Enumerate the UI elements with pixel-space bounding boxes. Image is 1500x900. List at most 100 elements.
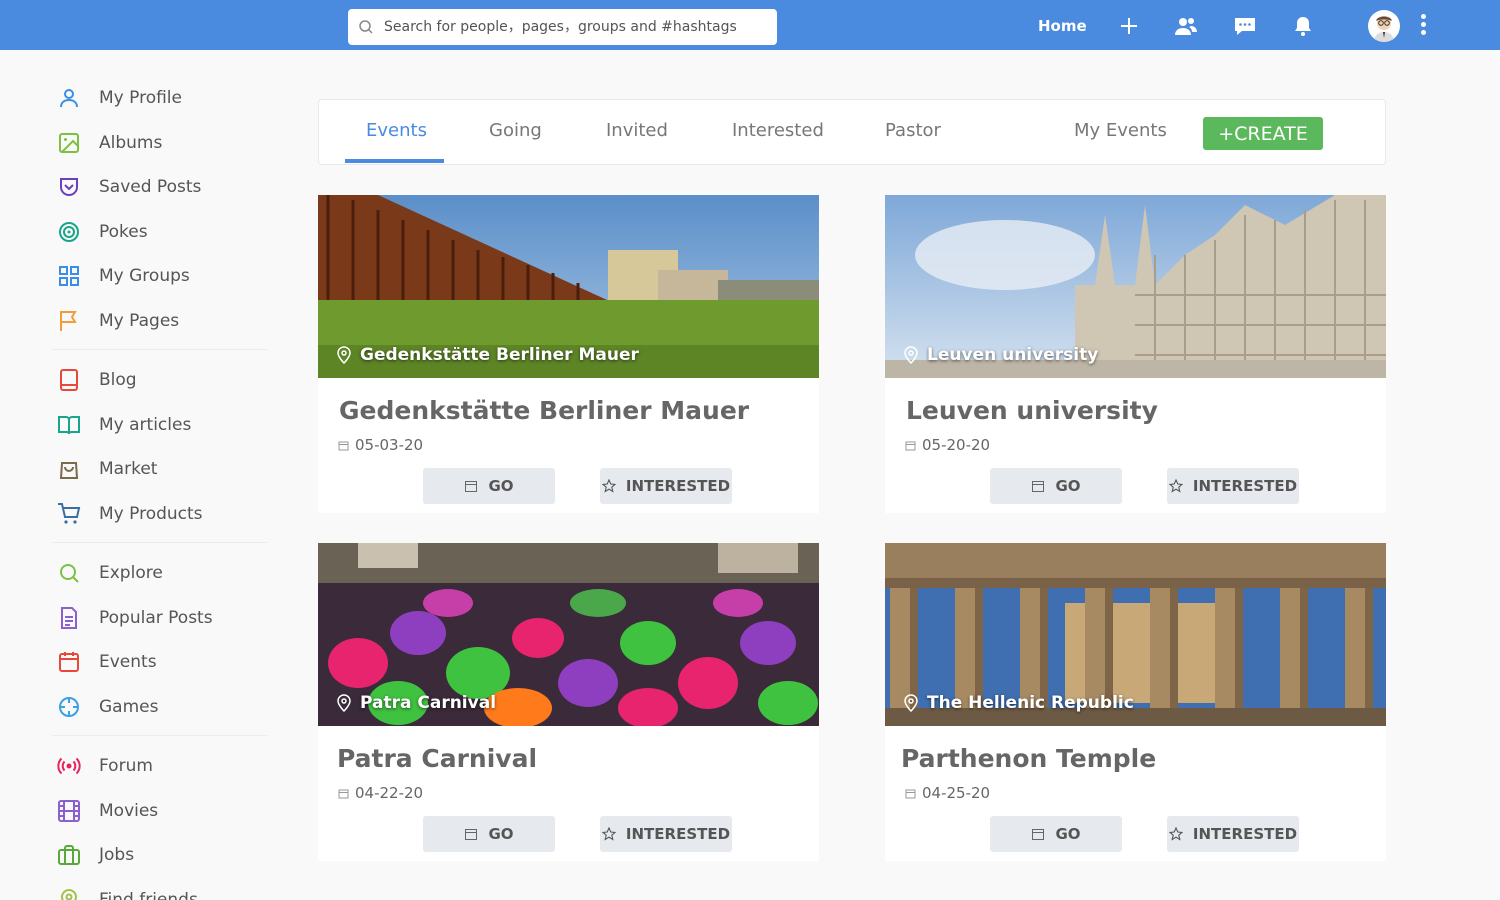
interested-button[interactable]: INTERESTED [1167, 468, 1299, 504]
search-icon [359, 20, 373, 34]
active-tab-indicator [345, 159, 444, 163]
event-card[interactable]: Leuven university Leuven university 05-2… [885, 195, 1386, 513]
event-title[interactable]: Gedenkstätte Berliner Mauer [339, 396, 749, 425]
calendar-icon [338, 441, 349, 450]
broadcast-icon [57, 758, 81, 775]
book-icon [60, 369, 78, 392]
event-location-label: Leuven university [927, 345, 1099, 365]
calendar-icon [1032, 829, 1045, 840]
event-location-label: The Hellenic Republic [927, 693, 1134, 713]
sidebar-item-label: My Profile [99, 88, 182, 109]
search-icon [60, 564, 79, 583]
event-card[interactable]: The Hellenic Republic Parthenon Temple 0… [885, 543, 1386, 861]
sidebar-item-my-groups[interactable]: My Groups [52, 254, 267, 299]
event-date: 04-22-20 [338, 784, 423, 802]
tab-events[interactable]: Events [366, 120, 427, 141]
sidebar-item-games[interactable]: Games [52, 685, 267, 730]
sidebar-item-my-pages[interactable]: My Pages [52, 299, 267, 344]
interested-button-label: INTERESTED [1192, 477, 1298, 495]
event-location-label: Gedenkstätte Berliner Mauer [360, 345, 639, 365]
tab-pastor[interactable]: Pastor [885, 120, 941, 141]
sidebar-item-find-friends[interactable]: Find friends [52, 878, 267, 900]
sidebar-item-movies[interactable]: Movies [52, 789, 267, 834]
go-button[interactable]: GO [990, 468, 1122, 504]
sidebar-item-label: Market [99, 459, 158, 480]
sidebar-group: Blog My articles Market My Products [52, 356, 267, 543]
event-title[interactable]: Parthenon Temple [901, 744, 1156, 773]
calendar-icon [905, 789, 916, 798]
event-card[interactable]: Patra Carnival Patra Carnival 04-22-20 G… [318, 543, 819, 861]
tab-going[interactable]: Going [489, 120, 542, 141]
events-tabs: Events Going Invited Interested Pastor M… [318, 99, 1386, 165]
sidebar-item-explore[interactable]: Explore [52, 551, 267, 596]
sidebar-item-my-articles[interactable]: My articles [52, 403, 267, 448]
calendar-icon [1032, 481, 1045, 492]
interested-button[interactable]: INTERESTED [1167, 816, 1299, 852]
calendar-icon [465, 829, 478, 840]
map-pin-icon [337, 346, 351, 364]
event-title[interactable]: Patra Carnival [337, 744, 537, 773]
sidebar-item-label: Blog [99, 370, 137, 391]
star-icon [1168, 827, 1183, 841]
event-date-label: 04-25-20 [922, 784, 991, 802]
calendar-icon [338, 789, 349, 798]
bell-icon[interactable] [1291, 14, 1315, 38]
sidebar-item-saved-posts[interactable]: Saved Posts [52, 165, 267, 210]
home-link[interactable]: Home [1038, 17, 1087, 35]
plus-icon[interactable] [1117, 14, 1141, 38]
map-pin-icon [904, 346, 918, 364]
interested-button-label: INTERESTED [625, 477, 731, 495]
interested-button-label: INTERESTED [625, 825, 731, 843]
sidebar-item-my-profile[interactable]: My Profile [52, 76, 267, 121]
create-event-button[interactable]: +CREATE [1203, 117, 1323, 150]
event-title[interactable]: Leuven university [906, 396, 1158, 425]
sidebar-item-label: Movies [99, 800, 159, 821]
tab-invited[interactable]: Invited [606, 120, 668, 141]
star-icon [601, 827, 616, 841]
interested-button[interactable]: INTERESTED [600, 468, 732, 504]
briefcase-icon [58, 845, 80, 866]
sidebar-item-label: Jobs [99, 845, 135, 866]
cart-icon [58, 502, 81, 524]
tab-my-events[interactable]: My Events [1074, 120, 1167, 141]
sidebar-item-label: Games [99, 696, 159, 717]
shopping-bag-icon [59, 462, 79, 480]
tab-interested[interactable]: Interested [732, 120, 824, 141]
document-icon [61, 606, 77, 629]
more-menu-icon[interactable] [1417, 14, 1429, 40]
sidebar-item-pokes[interactable]: Pokes [52, 210, 267, 255]
sidebar-item-label: Albums [99, 132, 163, 153]
search-box[interactable] [348, 9, 777, 45]
sidebar-item-market[interactable]: Market [52, 447, 267, 492]
map-pin-icon [337, 694, 351, 712]
sidebar-group: My Profile Albums Saved Posts Pokes My Group… [52, 74, 267, 350]
interested-button-label: INTERESTED [1192, 825, 1298, 843]
sidebar-item-events[interactable]: Events [52, 640, 267, 685]
sidebar-item-albums[interactable]: Albums [52, 121, 267, 166]
calendar-icon [59, 652, 79, 673]
top-bar: Home [0, 0, 1500, 50]
star-icon [1168, 479, 1183, 493]
sidebar-item-label: Explore [99, 563, 163, 584]
event-card[interactable]: Gedenkstätte Berliner Mauer Gedenkstätte… [318, 195, 819, 513]
sidebar-item-my-products[interactable]: My Products [52, 492, 267, 537]
sidebar-item-jobs[interactable]: Jobs [52, 833, 267, 878]
go-button[interactable]: GO [423, 816, 555, 852]
sidebar-item-blog[interactable]: Blog [52, 358, 267, 403]
chat-icon[interactable] [1233, 14, 1257, 38]
friends-icon[interactable] [1174, 14, 1198, 38]
go-button-label: GO [1055, 825, 1081, 843]
go-button-label: GO [488, 477, 514, 495]
search-input[interactable] [384, 9, 769, 45]
avatar[interactable] [1368, 10, 1400, 42]
sidebar-group: Explore Popular Posts Events Games [52, 549, 267, 736]
event-date: 05-03-20 [338, 436, 423, 454]
interested-button[interactable]: INTERESTED [600, 816, 732, 852]
go-button[interactable]: GO [423, 468, 555, 504]
sidebar-item-label: Forum [99, 756, 153, 777]
go-button[interactable]: GO [990, 816, 1122, 852]
sidebar-item-popular-posts[interactable]: Popular Posts [52, 596, 267, 641]
sidebar-item-forum[interactable]: Forum [52, 744, 267, 789]
event-location: The Hellenic Republic [903, 693, 1134, 713]
bookmark-icon [60, 178, 78, 197]
